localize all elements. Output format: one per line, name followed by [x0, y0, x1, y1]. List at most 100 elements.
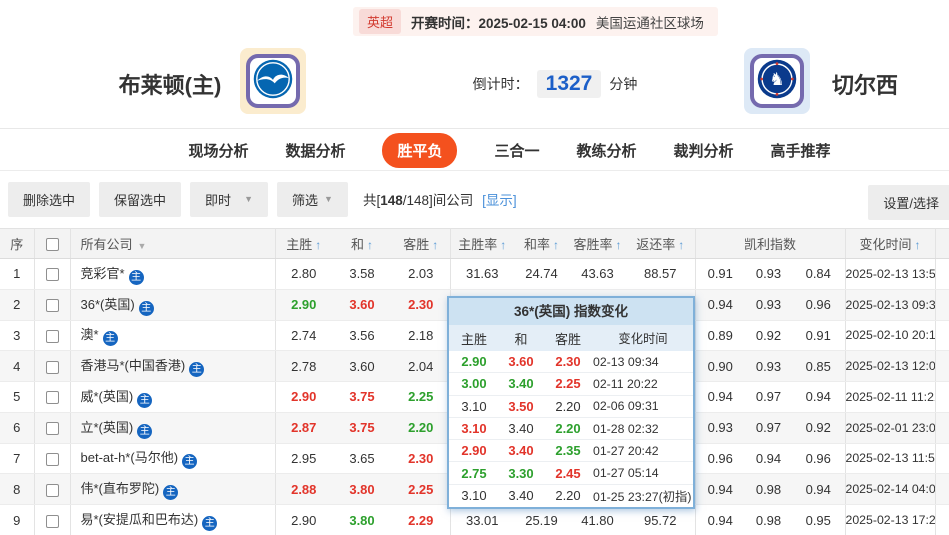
- away-odds: 2.25: [392, 474, 450, 505]
- company-name: 立*(英国): [81, 420, 134, 435]
- change-time: 2025-02-13 12:02: [845, 351, 935, 382]
- home-odds: 2.88: [275, 474, 332, 505]
- table-row: 1竞彩官*主2.803.582.0331.6324.7443.6388.570.…: [0, 259, 949, 290]
- company-name: 伟*(直布罗陀): [81, 481, 160, 496]
- row-checkbox[interactable]: [46, 299, 59, 312]
- row-checkbox[interactable]: [46, 361, 59, 374]
- popup-change-time: 01-28 02:32: [593, 422, 693, 436]
- change-time: 2025-02-10 20:14: [845, 320, 935, 351]
- col-draw-rate[interactable]: 和率↑: [514, 229, 569, 259]
- checkbox-cell: [34, 382, 70, 413]
- col-return-rate[interactable]: 返还率↑: [626, 229, 695, 259]
- popup-col-home: 主胜: [449, 329, 499, 348]
- checkbox-cell: [34, 412, 70, 443]
- company-cell[interactable]: 香港马*(中国香港)主: [70, 351, 275, 382]
- delete-selected-button[interactable]: 删除选中: [8, 182, 90, 217]
- popup-draw-odds: 3.40: [499, 376, 543, 391]
- company-cell[interactable]: 伟*(直布罗陀)主: [70, 474, 275, 505]
- popup-home-odds: 2.90: [449, 443, 499, 458]
- tab-2[interactable]: 数据分析: [285, 140, 345, 161]
- analysis-tabs: 现场分析 数据分析 胜平负 三合一 教练分析 裁判分析 高手推荐: [0, 133, 949, 167]
- home-odds: 2.90: [275, 382, 332, 413]
- popup-draw-odds: 3.40: [499, 421, 543, 436]
- row-checkbox[interactable]: [46, 391, 59, 404]
- popup-away-odds: 2.30: [543, 354, 593, 369]
- home-odds: 2.78: [275, 351, 332, 382]
- company-cell[interactable]: 立*(英国)主: [70, 412, 275, 443]
- select-all-checkbox[interactable]: [46, 238, 59, 251]
- row-checkbox[interactable]: [46, 484, 59, 497]
- company-cell[interactable]: bet-at-h*(马尔他)主: [70, 443, 275, 474]
- sort-asc-icon: ↑: [616, 238, 622, 252]
- draw-odds: 3.60: [332, 351, 392, 382]
- tab-3[interactable]: 胜平负: [382, 133, 457, 168]
- settings-select-button[interactable]: 设置/选择: [868, 185, 949, 220]
- change-time: 2025-02-13 13:55: [845, 259, 935, 290]
- popup-change-time: 02-06 09:31: [593, 399, 693, 413]
- company-cell[interactable]: 易*(安提瓜和巴布达)主: [70, 505, 275, 535]
- row-checkbox[interactable]: [46, 422, 59, 435]
- company-name: 竞彩官*: [81, 266, 125, 281]
- company-name: 澳*: [81, 327, 99, 342]
- tab-6[interactable]: 裁判分析: [674, 140, 734, 161]
- row-checkbox[interactable]: [46, 330, 59, 343]
- company-cell[interactable]: 澳*主: [70, 320, 275, 351]
- col-company[interactable]: 所有公司▼: [70, 229, 275, 259]
- table-row: 9易*(安提瓜和巴布达)主2.903.802.2933.0125.1941.80…: [0, 505, 949, 535]
- col-home-odds[interactable]: 主胜↑: [275, 229, 332, 259]
- draw-odds: 3.56: [332, 320, 392, 351]
- company-name: 36*(英国): [81, 297, 135, 312]
- countdown-value: 1327: [537, 70, 602, 98]
- keep-selected-button[interactable]: 保留选中: [99, 182, 181, 217]
- tab-4[interactable]: 三合一: [494, 140, 539, 161]
- popup-history-row: 3.103.502.2002-06 09:31: [449, 396, 693, 418]
- home-odds: 2.90: [275, 505, 332, 535]
- scrollbar-gutter: [935, 320, 949, 351]
- tab-1[interactable]: 现场分析: [188, 140, 248, 161]
- home-rate: 33.01: [450, 505, 514, 535]
- col-away-rate[interactable]: 客胜率↑: [569, 229, 626, 259]
- popup-draw-odds: 3.60: [499, 354, 543, 369]
- row-checkbox[interactable]: [46, 453, 59, 466]
- row-checkbox[interactable]: [46, 515, 59, 528]
- company-cell[interactable]: 威*(英国)主: [70, 382, 275, 413]
- sort-asc-icon: ↑: [915, 238, 921, 252]
- company-cell[interactable]: 竞彩官*主: [70, 259, 275, 290]
- popup-change-time: 02-13 09:34: [593, 355, 693, 369]
- col-away-odds[interactable]: 客胜↑: [392, 229, 450, 259]
- checkbox-cell: [34, 443, 70, 474]
- col-home-rate[interactable]: 主胜率↑: [450, 229, 514, 259]
- change-time: 2025-02-11 11:21: [845, 382, 935, 413]
- time-mode-dropdown[interactable]: 即时 ▼: [190, 182, 268, 217]
- tab-7[interactable]: 高手推荐: [771, 140, 831, 161]
- popup-draw-odds: 3.40: [499, 488, 543, 503]
- filter-dropdown[interactable]: 筛选 ▼: [277, 182, 348, 217]
- tabs-divider: [0, 170, 949, 171]
- popup-change-time: 01-25 23:27(初指): [593, 487, 693, 505]
- kelly-away: 0.84: [792, 259, 845, 290]
- kelly-draw: 0.98: [745, 474, 792, 505]
- col-change-time[interactable]: 变化时间↑: [845, 229, 935, 259]
- popup-col-away: 客胜: [543, 329, 593, 348]
- popup-home-odds: 2.75: [449, 466, 499, 481]
- away-team-crest: ♞: [744, 48, 810, 114]
- page: 英超 开赛时间：2025-02-15 04:00 美国运通社区球场 布莱顿(主)…: [0, 0, 949, 535]
- tab-5[interactable]: 教练分析: [577, 140, 637, 161]
- popup-away-odds: 2.45: [543, 466, 593, 481]
- popup-home-odds: 3.10: [449, 399, 499, 414]
- sort-asc-icon: ↑: [500, 238, 506, 252]
- company-cell[interactable]: 36*(英国)主: [70, 289, 275, 320]
- kelly-draw: 0.97: [745, 382, 792, 413]
- scrollbar-gutter: [935, 351, 949, 382]
- home-badge-icon: 主: [137, 424, 152, 439]
- draw-odds: 3.80: [332, 474, 392, 505]
- row-checkbox[interactable]: [46, 268, 59, 281]
- checkbox-cell: [34, 289, 70, 320]
- countdown-label: 倒计时：: [473, 74, 529, 94]
- draw-rate: 25.19: [514, 505, 569, 535]
- popup-draw-odds: 3.40: [499, 443, 543, 458]
- home-badge-icon: 主: [182, 454, 197, 469]
- kelly-draw: 0.93: [745, 289, 792, 320]
- show-link[interactable]: [显示]: [482, 193, 517, 208]
- col-draw-odds[interactable]: 和↑: [332, 229, 392, 259]
